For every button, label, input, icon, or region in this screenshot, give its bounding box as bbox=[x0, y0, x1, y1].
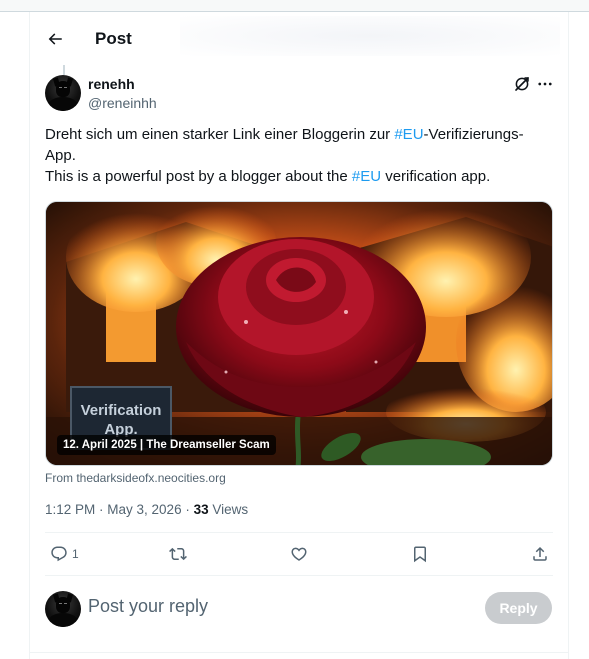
like-icon bbox=[291, 547, 307, 561]
retweet-button[interactable] bbox=[169, 533, 187, 575]
tweet-text-line1: Dreht sich um einen starker Link einer B… bbox=[45, 126, 395, 143]
arrow-left-icon bbox=[48, 33, 62, 45]
reply-count: 1 bbox=[72, 547, 79, 561]
bookmark-icon bbox=[414, 546, 426, 563]
views-label: Views bbox=[212, 502, 249, 517]
divider bbox=[30, 652, 568, 653]
divider bbox=[45, 575, 553, 576]
tweet-text-line2: App. bbox=[45, 147, 76, 164]
reply-input[interactable]: Post your reply bbox=[88, 596, 208, 617]
reply-submit-button[interactable]: Reply bbox=[485, 592, 552, 624]
reply-button[interactable]: 1 bbox=[50, 533, 79, 575]
retweet-icon bbox=[169, 547, 187, 561]
link-card-image[interactable]: Verification App. 12. April 2025 | The D… bbox=[45, 201, 553, 466]
media-caption: 12. April 2025 | The Dreamseller Scam bbox=[57, 435, 276, 455]
grok-icon[interactable] bbox=[513, 75, 531, 93]
thread-connector-line bbox=[63, 65, 65, 75]
reply-icon bbox=[51, 546, 67, 562]
hashtag-link[interactable]: #EU bbox=[394, 126, 423, 143]
views-count: 33 bbox=[193, 502, 209, 517]
author-name[interactable]: renehh bbox=[88, 76, 135, 92]
tweet-text-line3-suffix: verification app. bbox=[381, 168, 491, 185]
sign-text-line1: Verification bbox=[81, 402, 162, 419]
post-metadata: 1:12 PM · May 3, 2026 · 33 Views bbox=[45, 502, 249, 517]
share-icon bbox=[533, 546, 547, 561]
tweet-text: Dreht sich um einen starker Link einer B… bbox=[45, 124, 555, 187]
current-user-avatar[interactable] bbox=[45, 591, 81, 627]
tweet-text-line3: This is a powerful post by a blogger abo… bbox=[45, 168, 352, 185]
hashtag-link[interactable]: #EU bbox=[352, 168, 381, 185]
tweet-text-line1-suffix: -Verifizierungs- bbox=[423, 126, 524, 143]
like-button[interactable] bbox=[290, 533, 308, 575]
post-header: Post bbox=[30, 12, 568, 68]
share-button[interactable] bbox=[531, 533, 549, 575]
author-avatar[interactable] bbox=[45, 75, 81, 111]
post-column: Post renehh @reneinhh Dreht sich um eine… bbox=[29, 12, 569, 659]
page-title: Post bbox=[95, 29, 132, 48]
post-date[interactable]: May 3, 2026 bbox=[107, 502, 181, 517]
header-background-blur bbox=[180, 16, 560, 56]
author-handle[interactable]: @reneinhh bbox=[88, 95, 157, 111]
more-options-icon[interactable] bbox=[536, 75, 554, 93]
action-bar: 1 bbox=[45, 533, 553, 575]
link-source[interactable]: From thedarksideofx.neocities.org bbox=[45, 471, 226, 485]
back-button[interactable] bbox=[40, 24, 70, 54]
bookmark-button[interactable] bbox=[411, 533, 429, 575]
post-time[interactable]: 1:12 PM bbox=[45, 502, 95, 517]
browser-top-strip bbox=[0, 0, 589, 12]
